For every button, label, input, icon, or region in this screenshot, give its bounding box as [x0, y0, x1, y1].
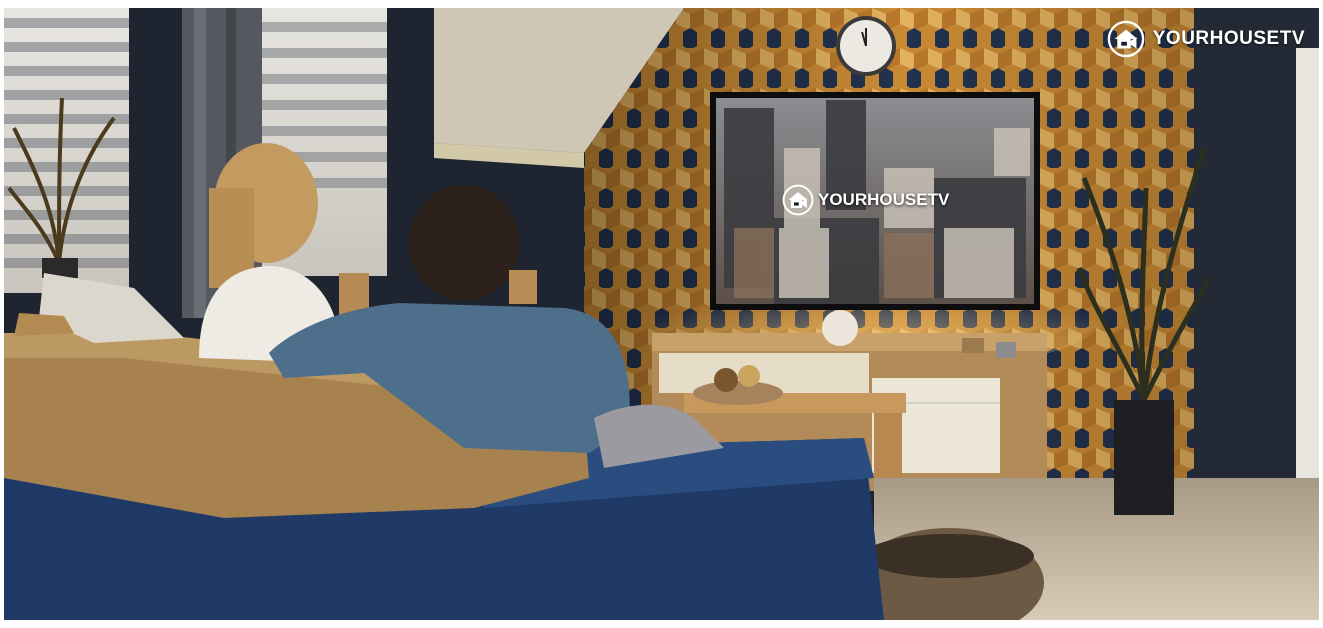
channel-watermark: YOURHOUSETV — [1107, 20, 1305, 58]
video-frame: YOURHOUSETV YOURHOUSETV — [4, 8, 1319, 620]
channel-brand-text: YOURHOUSETV — [1152, 28, 1305, 49]
tv-brand-text: YOURHOUSETV — [818, 190, 950, 209]
house-camera-logo-icon — [1107, 20, 1145, 58]
living-room-scene — [4, 8, 1319, 620]
tv-screen-watermark: YOURHOUSETV — [782, 184, 949, 216]
house-camera-logo-icon — [782, 184, 814, 216]
